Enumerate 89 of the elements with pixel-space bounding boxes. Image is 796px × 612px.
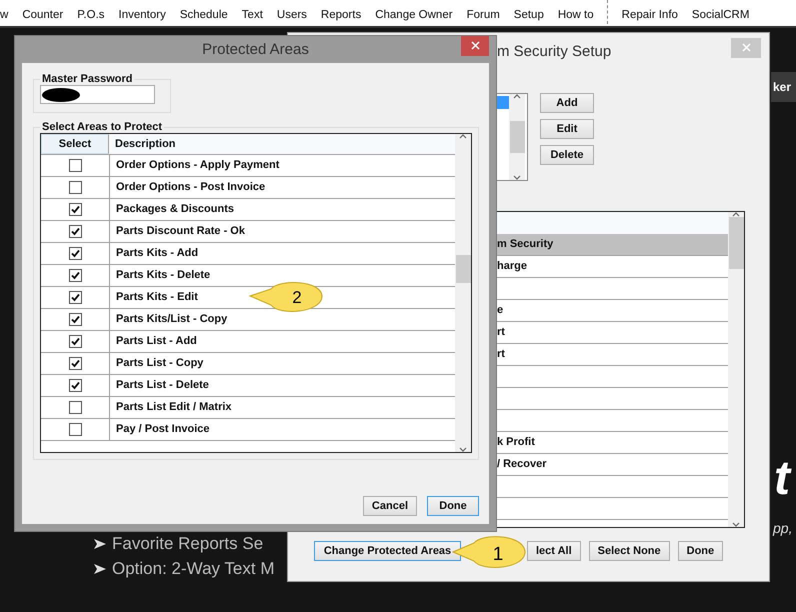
scroll-down-icon[interactable] [732,522,740,527]
arrow-icon [94,538,106,548]
action-button[interactable]: Add [540,93,594,113]
checkbox[interactable] [68,335,82,348]
scrollbar[interactable] [509,94,525,180]
table-cell-text: Parts List - Delete [115,378,209,393]
banner-text: ker [771,72,796,102]
toolbar-button[interactable]: Change Owner [368,9,460,26]
table-cell-text: Parts Kits - Add [115,246,198,261]
scroll-thumb[interactable] [728,217,744,269]
dialog-button[interactable]: Cancel [362,496,417,516]
user-list[interactable] [497,93,528,181]
toolbar-button[interactable]: Reports [314,9,368,26]
table-cell-text: Parts Discount Rate - Ok [115,224,245,239]
checkbox[interactable] [68,225,82,238]
toolbar-button[interactable]: Schedule [172,9,235,26]
grid-row[interactable]: / Recover [497,454,728,476]
checkbox[interactable] [68,401,82,414]
checkbox[interactable] [68,203,82,216]
action-button[interactable]: Select None [588,541,670,561]
close-icon [742,43,750,52]
table-cell-text: Order Options - Post Invoice [115,180,266,195]
action-button[interactable]: lect All [527,541,581,561]
scroll-thumb[interactable] [510,121,524,153]
checkbox[interactable] [68,423,82,436]
toolbar-button[interactable]: Setup [506,9,551,26]
table-cell-text: Parts Kits - Delete [115,268,210,283]
callout-bubble: 2 [249,281,324,315]
table-cell-text: Parts List - Add [115,334,197,349]
table-cell-text: Parts Kits - Edit [115,290,198,305]
action-button[interactable]: Edit [540,119,594,139]
grid-row[interactable]: harge [497,256,728,278]
table-cell-text: Packages & Discounts [115,202,234,217]
dialog-title: Protected Areas [202,41,309,58]
checkbox[interactable] [68,247,82,260]
checkbox[interactable] [68,357,82,370]
checkbox[interactable] [68,379,82,392]
grid-row[interactable]: m Security [497,234,728,256]
table-cell-text: Parts List - Copy [115,356,204,371]
group-label: Master Password [41,73,134,85]
toolbar-button[interactable]: Forum [460,9,507,26]
table-cell-text: Parts Kits/List - Copy [115,312,228,327]
toolbar-button[interactable]: Counter [15,9,70,26]
checkbox[interactable] [68,313,82,326]
toolbar-button[interactable]: w [0,9,16,26]
toolbar-button[interactable]: Repair Info [614,9,685,26]
checkbox[interactable] [68,159,82,172]
grid-row[interactable]: e [497,300,728,322]
group-label: Select Areas to Protect [41,121,164,133]
toolbar-button[interactable]: How to [550,9,601,26]
bullet-text: Favorite Reports Se [112,534,264,553]
toolbar-button[interactable]: Text [234,9,270,26]
toolbar-button[interactable]: Inventory [112,9,173,26]
scroll-down-icon[interactable] [459,447,467,452]
grid-row[interactable]: k Profit [497,432,728,454]
column-header[interactable]: Description [109,134,176,154]
scroll-up-icon[interactable] [513,94,521,99]
arrow-icon [94,564,106,574]
redaction-mark [41,86,81,102]
column-header[interactable]: Select [41,134,109,154]
table-cell-text: Parts List Edit / Matrix [115,400,232,415]
action-button[interactable]: Done [678,541,724,561]
callout-bubble: 1 [452,535,527,571]
table-cell-text: Pay / Post Invoice [115,422,210,437]
table-cell-text: Order Options - Apply Payment [115,158,280,173]
toolbar-button[interactable]: P.O.s [70,9,112,26]
tagline-text: pp, [773,520,792,536]
toolbar-button[interactable]: Users [270,9,314,26]
scrollbar[interactable] [728,212,744,527]
close-button[interactable] [461,36,489,56]
password-field[interactable] [40,85,155,104]
action-button[interactable]: Change Protected Areas [314,541,461,561]
close-icon [470,41,480,50]
scroll-thumb[interactable] [456,255,470,283]
grid-row[interactable]: rt [497,344,728,366]
checkbox[interactable] [68,291,82,304]
action-button[interactable]: Delete [540,145,594,165]
scrollbar[interactable] [455,134,471,452]
dialog-button[interactable]: Done [427,496,479,516]
scroll-up-icon[interactable] [459,134,467,139]
bullet-text: Option: 2-Way Text M [112,559,274,578]
headline-letter: t [774,455,790,503]
grid-row[interactable]: rt [497,322,728,344]
scroll-down-icon[interactable] [513,175,521,180]
checkbox[interactable] [68,181,82,194]
checkbox[interactable] [68,269,82,282]
window-title: m Security Setup [497,42,612,60]
toolbar-button[interactable]: SocialCRM [684,9,756,26]
scroll-up-icon[interactable] [732,212,740,217]
